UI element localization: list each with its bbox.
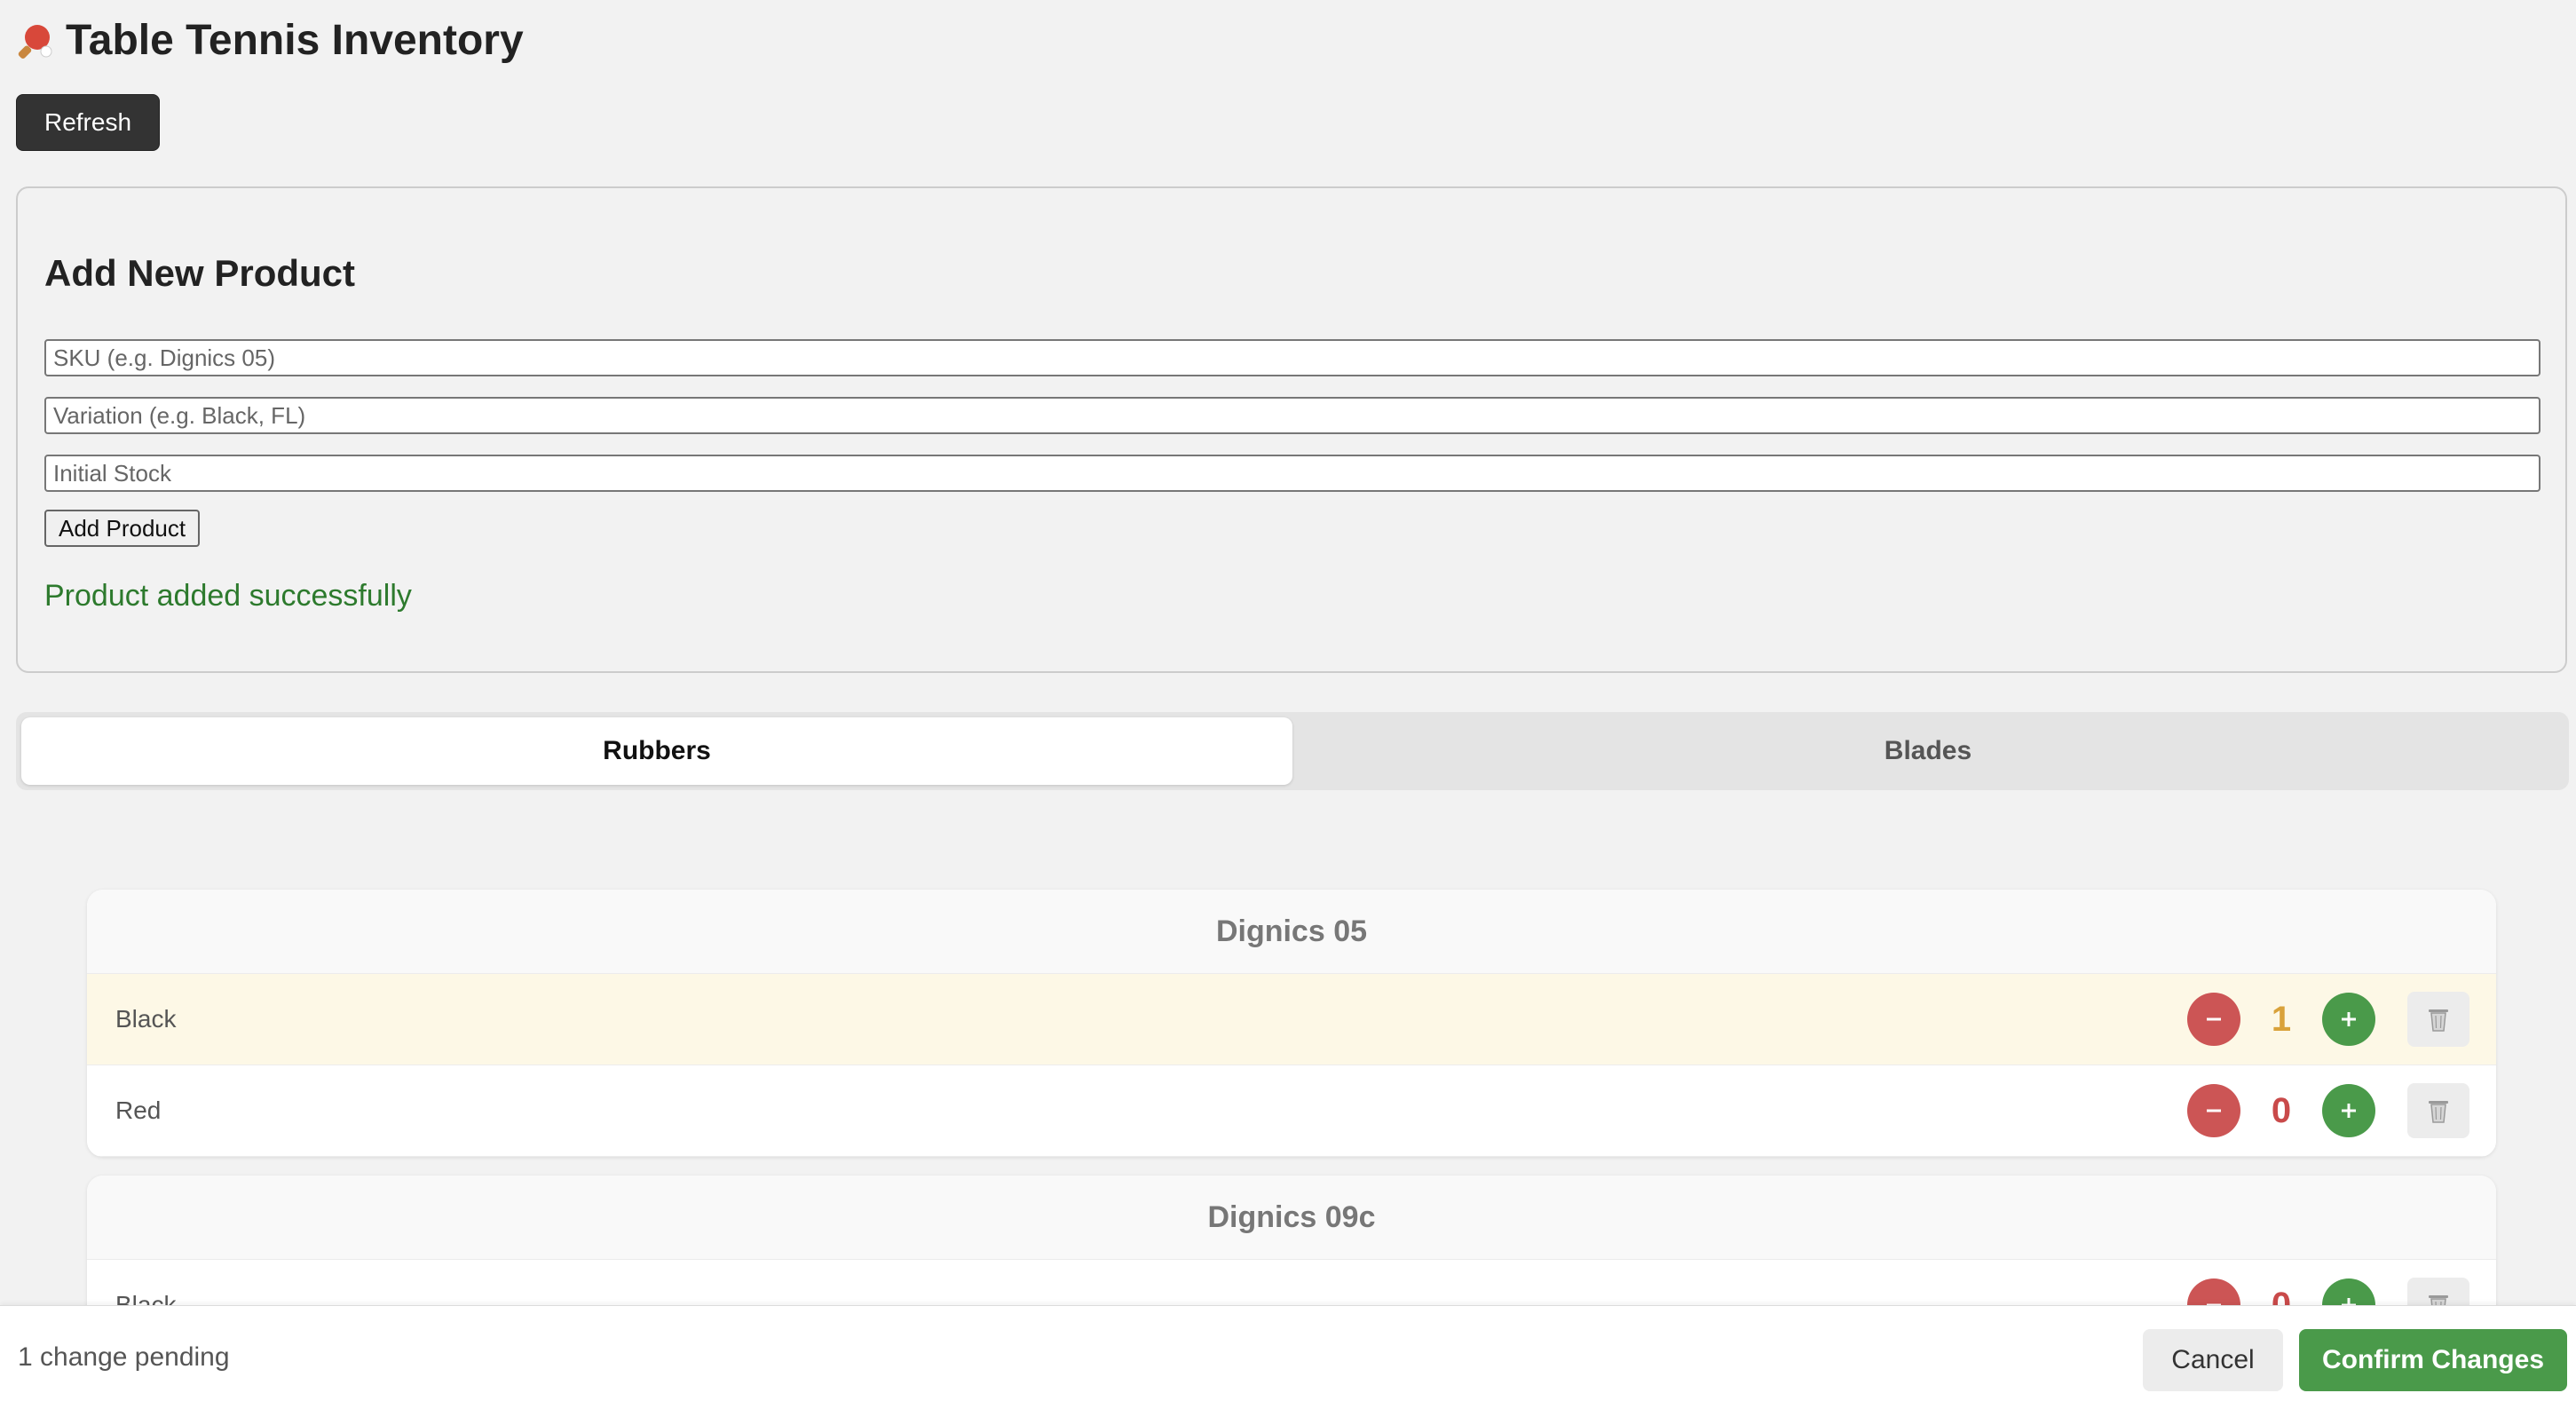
trash-icon xyxy=(2429,1101,2448,1123)
variation-input[interactable] xyxy=(44,397,2540,434)
plus-icon xyxy=(2342,1104,2356,1118)
refresh-button[interactable]: Refresh xyxy=(16,94,160,151)
tab-blades[interactable]: Blades xyxy=(1292,717,2564,785)
cancel-button[interactable]: Cancel xyxy=(2143,1329,2283,1391)
initial-stock-input[interactable] xyxy=(44,455,2540,492)
confirm-changes-button[interactable]: Confirm Changes xyxy=(2299,1329,2567,1391)
increment-button[interactable] xyxy=(2322,1084,2375,1137)
add-product-button[interactable]: Add Product xyxy=(44,510,201,547)
page-title-text: Table Tennis Inventory xyxy=(66,17,524,64)
variant-row: Red 0 xyxy=(87,1065,2496,1157)
success-message: Product added successfully xyxy=(44,579,412,613)
tab-rubbers[interactable]: Rubbers xyxy=(21,717,1292,785)
inventory-app: Table Tennis Inventory Refresh Add New P… xyxy=(0,0,2576,1409)
add-product-panel: Add New Product Add Product Product adde… xyxy=(16,186,2567,673)
page-title: Table Tennis Inventory xyxy=(16,16,524,65)
decrement-button[interactable] xyxy=(2187,993,2240,1046)
variant-name: Red xyxy=(115,1096,162,1124)
stock-count: 1 xyxy=(2271,999,2292,1039)
sku-input[interactable] xyxy=(44,339,2540,376)
decrement-button[interactable] xyxy=(2187,1084,2240,1137)
add-product-title: Add New Product xyxy=(44,252,356,294)
ping-pong-paddle-icon xyxy=(16,21,55,60)
variant-row: Black 1 xyxy=(87,974,2496,1065)
increment-button[interactable] xyxy=(2322,993,2375,1046)
minus-icon xyxy=(2207,1109,2221,1112)
delete-variant-button[interactable] xyxy=(2407,992,2469,1047)
product-sku-header: Dignics 09c xyxy=(87,1175,2496,1260)
product-sku-header: Dignics 05 xyxy=(87,890,2496,974)
category-tabs: Rubbers Blades xyxy=(16,712,2569,790)
delete-variant-button[interactable] xyxy=(2407,1083,2469,1138)
stock-controls: 0 xyxy=(2187,1065,2469,1156)
stock-controls: 1 xyxy=(2187,974,2469,1065)
plus-icon xyxy=(2342,1012,2356,1026)
stock-count: 0 xyxy=(2271,1090,2292,1130)
pending-changes-text: 1 change pending xyxy=(18,1342,230,1372)
minus-icon xyxy=(2207,1017,2221,1021)
trash-icon xyxy=(2429,1009,2448,1032)
variant-name: Black xyxy=(115,1005,177,1033)
product-group: Dignics 05 Black 1 Red 0 xyxy=(87,890,2496,1157)
pending-changes-bar: 1 change pending Cancel Confirm Changes xyxy=(0,1305,2576,1409)
